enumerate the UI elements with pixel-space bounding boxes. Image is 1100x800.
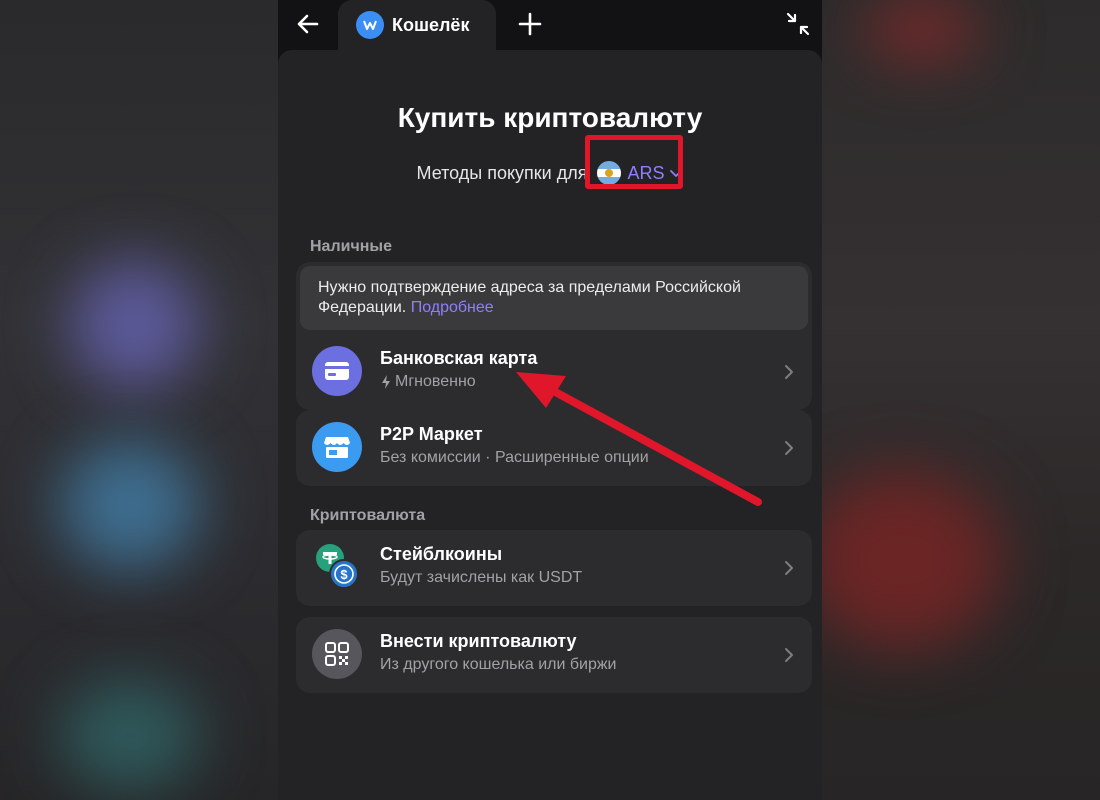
section-label-crypto: Криптовалюта: [310, 507, 426, 524]
purchase-method-row: Методы покупки для ARS: [278, 135, 822, 189]
chevron-down-icon: [669, 170, 682, 177]
tab-wallet[interactable]: Кошелёк: [338, 0, 496, 50]
back-button[interactable]: [290, 6, 326, 42]
tab-title: Кошелёк: [392, 14, 470, 35]
blurred-blob: [822, 470, 1002, 650]
arrow-left-icon: [297, 14, 319, 34]
background-left: [0, 0, 278, 800]
blurred-blob: [70, 260, 200, 390]
wallet-logo-icon: [356, 11, 384, 39]
usdc-icon: $: [329, 559, 359, 589]
plus-icon: [518, 12, 542, 36]
chevron-right-icon: [785, 561, 793, 575]
p2p-title: P2P Маркет: [380, 424, 483, 444]
new-tab-button[interactable]: [512, 6, 548, 42]
bank-card-option[interactable]: Банковская карта Мгновенно: [296, 334, 812, 410]
content-panel: Купить криптовалюту Методы покупки для A…: [278, 50, 822, 800]
cash-methods-group: Нужно подтверждение адреса за пределами …: [296, 262, 812, 410]
store-icon: [312, 422, 362, 472]
p2p-subtitle: Без комиссии · Расширенные опции: [380, 449, 649, 466]
section-label-cash: Наличные: [310, 238, 392, 255]
top-bar: Кошелёк: [278, 0, 822, 50]
bank-card-title: Банковская карта: [380, 348, 538, 368]
background-right: [822, 0, 1100, 800]
page-title: Купить криптовалюту: [397, 102, 703, 133]
collapse-icon: [786, 12, 810, 36]
stablecoins-group: $ Стейблкоины Будут зачислены как USDT: [296, 530, 812, 606]
blurred-blob: [60, 440, 200, 570]
wallet-screen: Кошелёк Купить криптовалюту Методы покуп…: [278, 0, 822, 800]
chevron-right-icon: [785, 648, 793, 662]
deposit-subtitle: Из другого кошелька или биржи: [380, 656, 617, 673]
qr-code-icon: [312, 629, 362, 679]
stablecoins-subtitle: Будут зачислены как USDT: [380, 569, 583, 586]
more-info-link[interactable]: Подробнее: [411, 299, 494, 316]
deposit-crypto-option[interactable]: Внести криптовалюту Из другого кошелька …: [296, 617, 812, 693]
currency-code: ARS: [627, 162, 665, 183]
collapse-button[interactable]: [780, 6, 816, 42]
p2p-group: P2P Маркет Без комиссии · Расширенные оп…: [296, 410, 812, 486]
blurred-blob: [60, 680, 200, 790]
chevron-right-icon: [785, 365, 793, 379]
stablecoins-icon: $: [312, 542, 362, 592]
deposit-group: Внести криптовалюту Из другого кошелька …: [296, 617, 812, 693]
stablecoins-option[interactable]: $ Стейблкоины Будут зачислены как USDT: [296, 530, 812, 606]
p2p-market-option[interactable]: P2P Маркет Без комиссии · Расширенные оп…: [296, 410, 812, 486]
deposit-title: Внести криптовалюту: [380, 631, 577, 651]
address-notice: Нужно подтверждение адреса за пределами …: [300, 266, 808, 330]
lightning-icon: [382, 375, 390, 389]
blurred-blob: [862, 0, 982, 60]
currency-selector[interactable]: ARS: [585, 135, 684, 189]
bank-card-subtitle: Мгновенно: [395, 373, 476, 390]
chevron-right-icon: [785, 441, 793, 455]
credit-card-icon: [312, 346, 362, 396]
notice-text: Нужно подтверждение адреса за пределами …: [318, 279, 741, 316]
stablecoins-title: Стейблкоины: [380, 544, 503, 564]
svg-text:$: $: [340, 567, 348, 582]
method-label: Методы покупки для: [416, 162, 588, 183]
argentina-flag-icon: [597, 161, 622, 185]
